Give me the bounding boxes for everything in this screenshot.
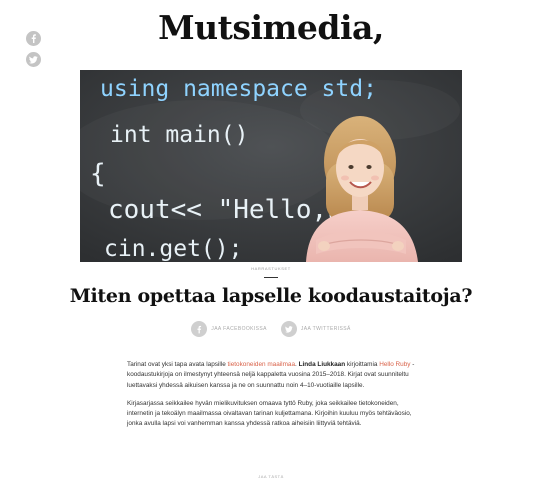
p1-text-3: kirjoittamia bbox=[345, 361, 380, 368]
link-tietokoneiden-maailmaa[interactable]: tietokoneiden maailmaa bbox=[228, 361, 296, 368]
site-logo[interactable]: Mutsimedia, bbox=[0, 8, 542, 47]
share-twitter-button[interactable]: Jaa Twitterissä bbox=[280, 321, 351, 337]
author-name: Linda Liukkaan bbox=[298, 361, 346, 368]
share-row: Jaa Facebookissa Jaa Twitterissä bbox=[0, 321, 542, 337]
share-facebook-button[interactable]: Jaa Facebookissa bbox=[191, 321, 267, 337]
code-line-3: { bbox=[90, 159, 106, 189]
code-line-4: cout<< "Hello,Wo bbox=[108, 195, 358, 225]
p1-text-1: Tarinat ovat yksi tapa avata lapsille bbox=[127, 361, 228, 368]
facebook-icon bbox=[191, 321, 208, 337]
link-hello-ruby[interactable]: Hello Ruby bbox=[379, 361, 410, 368]
twitter-icon bbox=[280, 321, 297, 337]
code-line-1: using namespace std; bbox=[100, 76, 377, 102]
code-line-2: int main() bbox=[110, 122, 248, 148]
hero-image: using namespace std; int main() { cout<<… bbox=[80, 70, 462, 262]
article-title: Miten opettaa lapselle koodaustaitoja? bbox=[69, 285, 473, 307]
share-facebook-label: Jaa Facebookissa bbox=[211, 326, 267, 332]
share-twitter-label: Jaa Twitterissä bbox=[300, 326, 351, 332]
twitter-icon[interactable] bbox=[26, 52, 41, 67]
code-line-5: cin.get(); bbox=[104, 236, 242, 262]
article-body: Tarinat ovat yksi tapa avata lapsille ti… bbox=[127, 360, 419, 438]
bottom-share-label: Jaa tästä bbox=[258, 474, 284, 479]
article-paragraph-1: Tarinat ovat yksi tapa avata lapsille ti… bbox=[127, 360, 419, 391]
title-divider bbox=[264, 277, 278, 278]
article-category[interactable]: Harrastukset bbox=[0, 266, 542, 271]
article-paragraph-2: Kirjasarjassa seikkailee hyvän mielikuvi… bbox=[127, 399, 412, 428]
